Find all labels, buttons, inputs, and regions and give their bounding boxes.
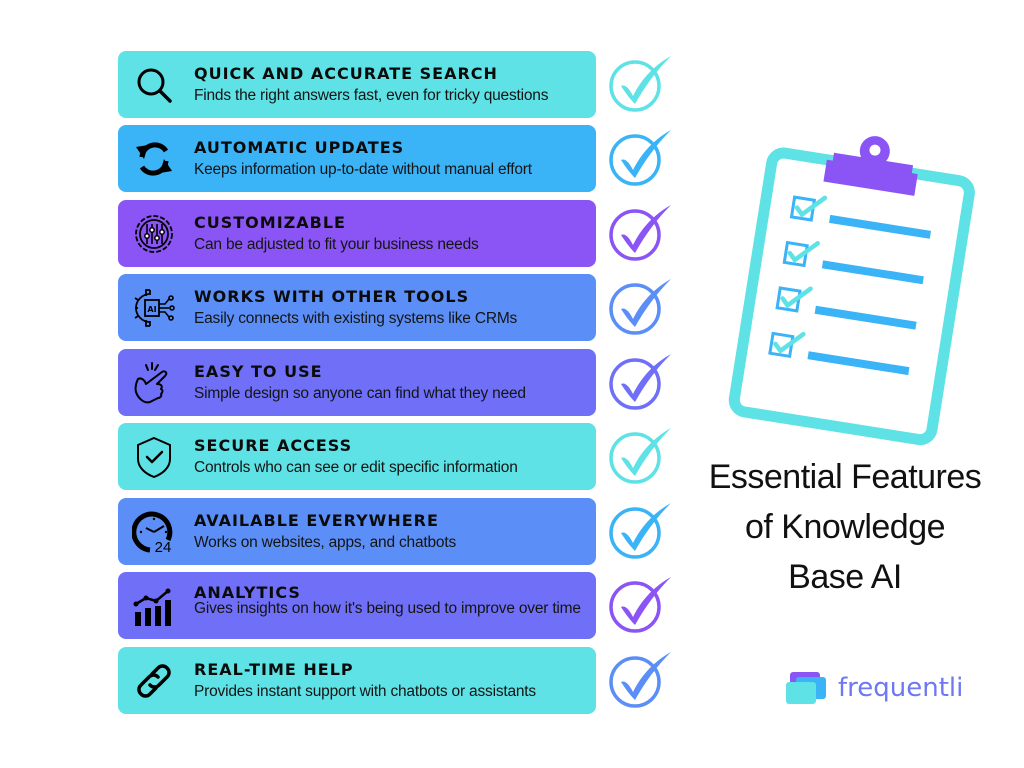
feature-card: REAL-TIME HELP Provides instant support w… (118, 647, 596, 714)
feature-card: CUSTOMIZABLE Can be adjusted to fit your … (118, 200, 596, 267)
checkmark-icon (607, 573, 673, 637)
title-line-1: Essential Features (708, 458, 982, 496)
settings-sliders-icon (132, 212, 176, 256)
feature-title: REAL-TIME HELP (194, 660, 354, 679)
clipboard-illustration (720, 135, 980, 455)
feature-description: Finds the right answers fast, even for t… (194, 87, 549, 104)
ai-chip-label: AI (147, 305, 156, 314)
feature-description: Provides instant support with chatbots o… (194, 683, 536, 700)
page-title: Essential Features of Knowledge Base AI (690, 452, 1000, 602)
feature-title: SECURE ACCESS (194, 436, 353, 455)
feature-title: CUSTOMIZABLE (194, 213, 346, 232)
snap-fingers-icon (132, 361, 176, 405)
checklist-item (768, 331, 910, 376)
feature-card: EASY TO USE Simple design so anyone can f… (118, 349, 596, 416)
clock-24-label: 24 (155, 539, 172, 554)
checkmark-icon (607, 201, 673, 265)
checkmark-icon (607, 424, 673, 488)
checkmark-icon (607, 499, 673, 563)
feature-title: AVAILABLE EVERYWHERE (194, 511, 439, 530)
link-icon (132, 659, 176, 703)
checklist-item (775, 286, 917, 330)
refresh-icon (132, 137, 176, 181)
feature-card: SECURE ACCESS Controls who can see or edi… (118, 423, 596, 490)
feature-description: Gives insights on how it's being used to… (194, 600, 581, 617)
feature-card: ANALYTICS Gives insights on how it's bein… (118, 572, 596, 639)
feature-description: Keeps information up-to-date without man… (194, 161, 532, 178)
feature-description: Simple design so anyone can find what th… (194, 385, 526, 402)
checkmark-icon (607, 350, 673, 414)
feature-description: Works on websites, apps, and chatbots (194, 534, 456, 551)
search-icon (132, 63, 176, 107)
feature-description: Can be adjusted to fit your business nee… (194, 236, 479, 253)
checkmark-icon (607, 52, 673, 116)
checklist-item (782, 240, 924, 285)
feature-description: Controls who can see or edit specific in… (194, 459, 518, 476)
feature-title: EASY TO USE (194, 362, 323, 381)
title-line-2: of Knowledge (744, 508, 946, 546)
clipboard-frame (728, 147, 975, 446)
checkmark-icon (607, 275, 673, 339)
clock-24-icon: 24 (132, 510, 176, 554)
feature-title: QUICK AND ACCURATE SEARCH (194, 64, 498, 83)
frequentli-logo-icon (786, 672, 826, 704)
feature-card: 24 AVAILABLE EVERYWHERE Works on websites,… (118, 498, 596, 565)
checklist-item (789, 195, 932, 239)
analytics-chart-icon (132, 584, 176, 628)
feature-card: AI WORKS WITH OTHER TOOLS Easily connects … (118, 274, 596, 341)
title-line-3: Base AI (788, 558, 902, 596)
clipboard-icon (728, 136, 975, 446)
checkmark-icon (607, 648, 673, 712)
feature-description: Easily connects with existing systems li… (194, 310, 518, 327)
ai-integration-icon: AI (132, 286, 176, 330)
brand-name: frequentli (838, 673, 964, 703)
feature-card: AUTOMATIC UPDATES Keeps information up-to… (118, 125, 596, 192)
feature-title: WORKS WITH OTHER TOOLS (194, 287, 470, 306)
feature-card: QUICK AND ACCURATE SEARCH Finds the right… (118, 51, 596, 118)
feature-title: AUTOMATIC UPDATES (194, 138, 405, 157)
checkmark-icon (607, 126, 673, 190)
shield-check-icon (132, 435, 176, 479)
